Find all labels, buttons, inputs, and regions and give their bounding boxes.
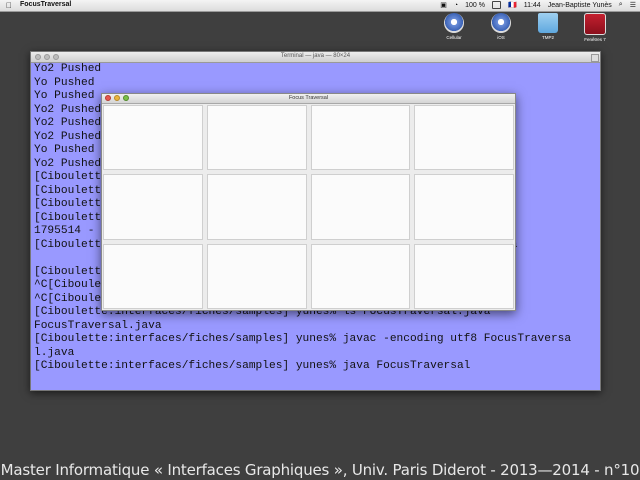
- fullscreen-button[interactable]: [591, 54, 599, 62]
- desktop-icon-tmp2[interactable]: TMP2: [531, 13, 565, 40]
- app-menu-name[interactable]: FocusTraversal: [20, 1, 71, 8]
- desktop-icon-label: iOS: [497, 35, 505, 40]
- desktop-icon-label: Fenêtres 7: [584, 37, 606, 42]
- parallels-icon: [584, 13, 606, 35]
- terminal-line: FocusTraversal.java: [34, 319, 162, 332]
- desktop-icon-cellular[interactable]: Cellular: [437, 13, 471, 40]
- terminal-titlebar[interactable]: Terminal — java — 80×24: [31, 52, 600, 63]
- text-area-cell[interactable]: [310, 174, 411, 240]
- battery-icon[interactable]: [491, 1, 501, 9]
- menu-bar:  FocusTraversal ▣ ◔ 100 % 🇫🇷 11:44 Jean…: [0, 0, 640, 12]
- cellular-icon: [444, 13, 464, 33]
- user-name[interactable]: Jean-Baptiste Yunès: [548, 2, 612, 9]
- wifi-icon[interactable]: ◔: [454, 2, 458, 9]
- desktop-icon-label: TMP2: [541, 35, 554, 40]
- focus-window-titlebar[interactable]: Focus Traversal: [102, 94, 515, 104]
- battery-text[interactable]: 100 %: [465, 2, 485, 9]
- terminal-line: l.java: [34, 346, 75, 359]
- text-area-cell[interactable]: [310, 105, 411, 171]
- desktop-icon-fenetres[interactable]: Fenêtres 7: [578, 13, 612, 42]
- clock[interactable]: 11:44: [524, 2, 541, 9]
- dropbox-icon[interactable]: ▣: [440, 1, 447, 9]
- text-area-cell[interactable]: [414, 105, 514, 171]
- text-area-cell[interactable]: [103, 174, 203, 240]
- terminal-title: Terminal — java — 80×24: [280, 53, 351, 59]
- text-area-cell[interactable]: [103, 105, 203, 171]
- text-area-cell[interactable]: [414, 174, 514, 240]
- text-area-cell[interactable]: [206, 243, 307, 309]
- desktop-icon-label: Cellular: [446, 35, 462, 40]
- text-area-cell[interactable]: [206, 105, 307, 171]
- desktop-icon-ios[interactable]: iOS: [484, 13, 518, 40]
- text-area-cell[interactable]: [206, 174, 307, 240]
- text-area-cell[interactable]: [103, 243, 203, 309]
- terminal-line: [Ciboulette:interfaces/fiches/samples] y…: [34, 333, 572, 345]
- focus-window-title: Focus Traversal: [288, 95, 329, 101]
- notifications-icon[interactable]: ☰: [630, 1, 636, 9]
- terminal-line: Yo Pushed: [34, 76, 95, 89]
- text-area-grid: [103, 105, 514, 309]
- spotlight-icon[interactable]: ⌕: [619, 1, 623, 9]
- flag-icon[interactable]: 🇫🇷: [508, 1, 517, 9]
- text-area-cell[interactable]: [310, 243, 411, 309]
- terminal-line: Yo2 Pushed: [34, 63, 102, 75]
- status-area: ▣ ◔ 100 % 🇫🇷 11:44 Jean-Baptiste Yunès ⌕…: [440, 1, 636, 9]
- ios-icon: [491, 13, 511, 33]
- terminal-line: [Ciboulette:interfaces/fiches/samples] y…: [34, 360, 471, 372]
- focus-traversal-window[interactable]: Focus Traversal: [101, 93, 516, 311]
- folder-icon: [538, 13, 558, 33]
- apple-menu-icon[interactable]: : [6, 1, 12, 10]
- slide-caption: Master Informatique « Interfaces Graphiq…: [0, 461, 640, 479]
- text-area-cell[interactable]: [414, 243, 514, 309]
